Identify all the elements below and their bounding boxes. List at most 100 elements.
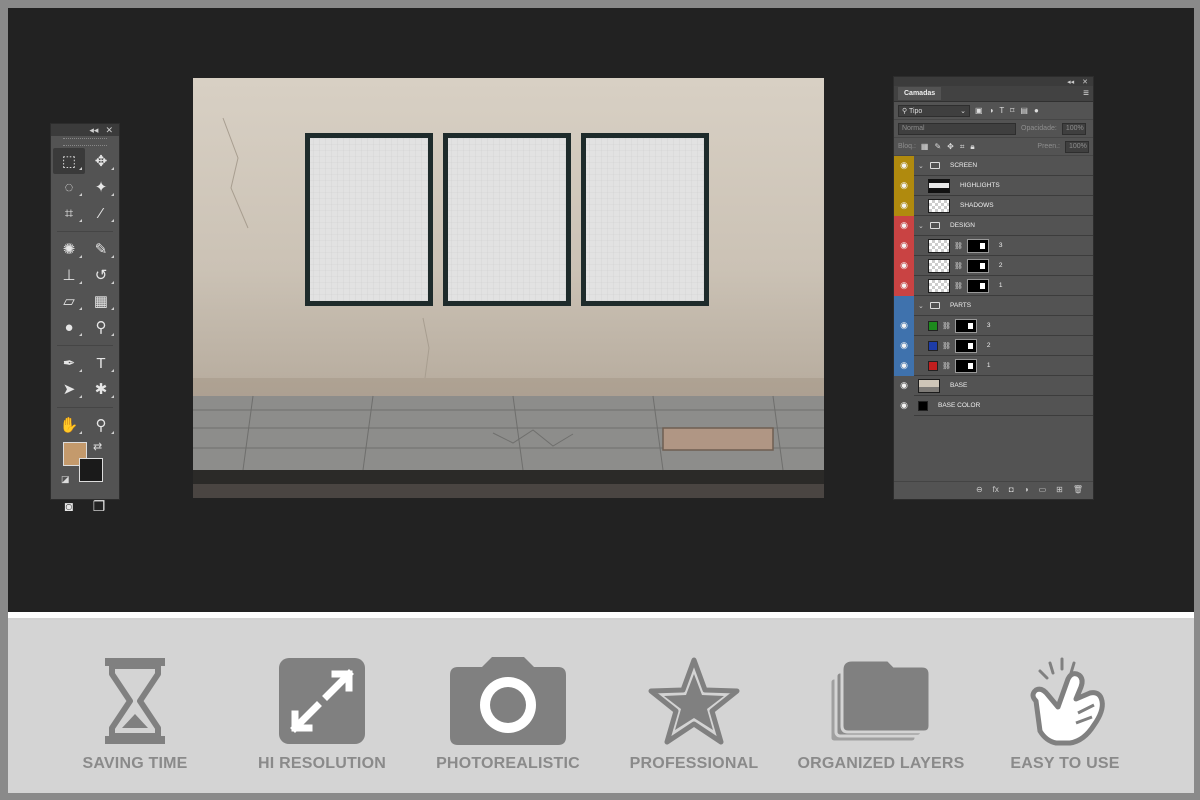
visibility-eye-icon[interactable]: ◉ [894, 195, 914, 216]
layer-group-row[interactable]: ◉ ⌄ DESIGN [894, 215, 1093, 236]
path-select-tool[interactable]: ➤ [53, 376, 85, 402]
visibility-eye-icon[interactable]: ◉ [894, 335, 914, 356]
blur-tool[interactable]: ● [53, 314, 85, 340]
panel-menu-icon[interactable]: ≡ [1083, 88, 1089, 99]
visibility-eye-icon[interactable]: ◉ [894, 235, 914, 256]
lock-all-icon[interactable]: 🔒︎ [970, 142, 974, 152]
mask-link-icon[interactable]: ⛓ [942, 342, 951, 350]
layer-row[interactable]: ◉ ⛓ 1 [894, 355, 1093, 376]
rect-marquee-tool[interactable]: ⬚ [53, 148, 85, 174]
document-canvas[interactable] [193, 78, 824, 498]
mask-link-icon[interactable]: ⛓ [942, 362, 951, 370]
collapse-icon[interactable]: ◂◂ [89, 125, 98, 136]
lock-position-icon[interactable]: ✥ [947, 142, 954, 152]
mask-link-icon[interactable]: ⛓ [954, 282, 963, 290]
eyedropper-tool[interactable]: ⁄ [85, 200, 117, 226]
layer-mask-thumbnail[interactable] [966, 258, 989, 273]
lock-image-icon[interactable]: ✎ [934, 142, 941, 152]
new-group-icon[interactable]: ▭ [1039, 485, 1047, 494]
fill-field[interactable]: 100% [1065, 140, 1089, 153]
layer-mask-thumbnail[interactable] [966, 278, 989, 293]
adjustment-layer-icon[interactable]: ◑ [1024, 485, 1029, 494]
chevron-down-icon[interactable]: ⌄ [918, 162, 926, 170]
close-icon[interactable]: ✕ [1082, 78, 1088, 86]
quick-mask-icon[interactable]: ◙ [65, 498, 73, 515]
type-filter-icon[interactable]: T [999, 106, 1004, 115]
add-mask-icon[interactable]: ◘ [1009, 485, 1014, 494]
gradient-tool[interactable]: ▦ [85, 288, 117, 314]
default-colors-icon[interactable]: ◪ [61, 474, 70, 485]
chevron-down-icon[interactable]: ⌄ [918, 222, 926, 230]
layer-group-row[interactable]: ⌄ PARTS [894, 295, 1093, 316]
swap-colors-icon[interactable]: ⇄ [93, 440, 102, 453]
background-color-swatch[interactable] [79, 458, 103, 482]
layer-group-row[interactable]: ◉ ⌄ SCREEN [894, 155, 1093, 176]
layer-row[interactable]: ◉ HIGHLIGHTS [894, 175, 1093, 196]
layer-row[interactable]: ◉ ⛓ 2 [894, 255, 1093, 276]
mask-link-icon[interactable]: ⛓ [954, 242, 963, 250]
dodge-tool[interactable]: ⚲ [85, 314, 117, 340]
visibility-eye-icon[interactable] [894, 295, 914, 316]
collapse-icon[interactable]: ◂◂ [1067, 78, 1074, 86]
pen-tool[interactable]: ✒ [53, 350, 85, 376]
visibility-eye-icon[interactable]: ◉ [894, 215, 914, 236]
layer-row[interactable]: ◉ SHADOWS [894, 195, 1093, 216]
lock-artboard-icon[interactable]: ⌗ [960, 142, 965, 152]
layer-name: 2 [998, 262, 1003, 269]
filter-kind-select[interactable]: ⚲ Tipo ⌄ [898, 104, 970, 117]
visibility-eye-icon[interactable]: ◉ [894, 375, 914, 396]
filter-toggle-icon[interactable]: ● [1034, 106, 1039, 115]
mask-link-icon[interactable]: ⛓ [942, 322, 951, 330]
zoom-tool[interactable]: ⚲ [85, 412, 117, 438]
visibility-eye-icon[interactable]: ◉ [894, 315, 914, 336]
hand-tool[interactable]: ✋ [53, 412, 85, 438]
layer-mask-thumbnail[interactable] [954, 318, 977, 333]
close-icon[interactable]: ✕ [105, 125, 113, 136]
tab-layers[interactable]: Camadas [898, 87, 942, 100]
lock-transparent-icon[interactable]: ▦ [921, 142, 929, 152]
lasso-tool[interactable]: ◌ [53, 174, 85, 200]
layer-row[interactable]: ◉ ⛓ 1 [894, 275, 1093, 296]
pixel-filter-icon[interactable]: ▣ [975, 106, 983, 115]
screen-mode-icon[interactable]: ❐ [93, 498, 106, 515]
brush-tool[interactable]: ✎ [85, 236, 117, 262]
history-brush-tool[interactable]: ↺ [85, 262, 117, 288]
lock-label: Bloq.: [898, 143, 916, 150]
visibility-eye-icon[interactable]: ◉ [894, 155, 914, 176]
new-layer-icon[interactable]: ⊞ [1056, 485, 1063, 494]
visibility-eye-icon[interactable]: ◉ [894, 175, 914, 196]
layer-mask-thumbnail[interactable] [954, 338, 977, 353]
mask-link-icon[interactable]: ⛓ [954, 262, 963, 270]
shape-filter-icon[interactable]: ⌑ [1010, 106, 1014, 115]
chevron-down-icon[interactable]: ⌄ [918, 302, 926, 310]
opacity-field[interactable]: 100% [1061, 122, 1086, 135]
custom-shape-tool[interactable]: ✱ [85, 376, 117, 402]
visibility-eye-icon[interactable]: ◉ [894, 275, 914, 296]
clone-stamp-tool[interactable]: ⊥ [53, 262, 85, 288]
panel-grip[interactable] [63, 138, 107, 146]
smart-object-filter-icon[interactable]: ▤ [1020, 106, 1028, 115]
layer-row[interactable]: ◉ BASE COLOR [894, 395, 1093, 416]
link-layers-icon[interactable]: ⊖ [976, 485, 983, 494]
opacity-label: Opacidade: [1021, 125, 1057, 132]
magic-wand-tool[interactable]: ✦ [85, 174, 117, 200]
layer-row[interactable]: ◉ BASE [894, 375, 1093, 396]
layer-row[interactable]: ◉ ⛓ 2 [894, 335, 1093, 356]
delete-layer-icon[interactable]: 🗑︎ [1073, 485, 1083, 494]
layer-mask-thumbnail[interactable] [966, 238, 989, 253]
type-tool[interactable]: T [85, 350, 117, 376]
feature-label: HI RESOLUTION [258, 755, 386, 772]
eraser-tool[interactable]: ▱ [53, 288, 85, 314]
layer-row[interactable]: ◉ ⛓ 3 [894, 315, 1093, 336]
visibility-eye-icon[interactable]: ◉ [894, 395, 914, 416]
layer-mask-thumbnail[interactable] [954, 358, 977, 373]
move-tool[interactable]: ✥ [85, 148, 117, 174]
adjustment-filter-icon[interactable]: ◑ [989, 106, 994, 115]
crop-tool[interactable]: ⌗ [53, 200, 85, 226]
visibility-eye-icon[interactable]: ◉ [894, 355, 914, 376]
layer-row[interactable]: ◉ ⛓ 3 [894, 235, 1093, 256]
fx-icon[interactable]: fx [993, 485, 999, 494]
healing-brush-tool[interactable]: ✺ [53, 236, 85, 262]
visibility-eye-icon[interactable]: ◉ [894, 255, 914, 276]
blend-mode-select[interactable]: Normal [898, 122, 1016, 135]
